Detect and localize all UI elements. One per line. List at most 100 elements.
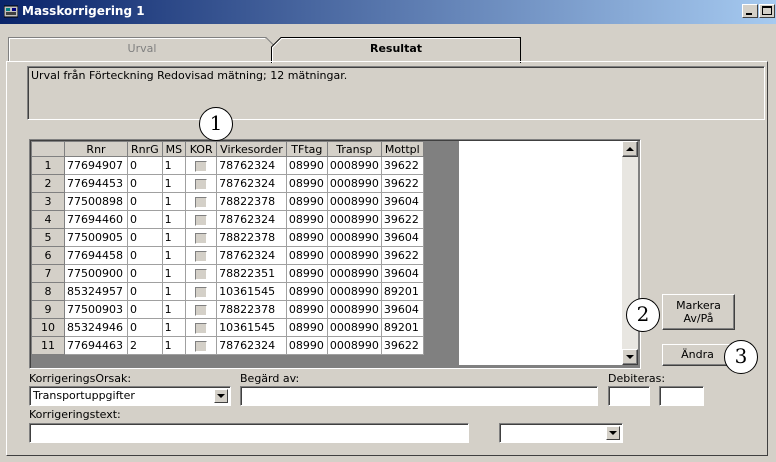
col-header-ms[interactable]: MS	[161, 141, 187, 157]
cell-virkesorder[interactable]: 78822351	[216, 264, 287, 283]
cell-rnrg[interactable]: 0	[127, 282, 163, 301]
cell-rnrg[interactable]: 0	[127, 246, 163, 265]
cell-rnrg[interactable]: 2	[127, 336, 163, 355]
cell-ms[interactable]: 1	[161, 246, 187, 265]
cell-kor[interactable]	[185, 228, 218, 247]
table-row[interactable]: 6 77694458 0 1 78762324 08990 0008990 39622	[31, 246, 424, 265]
korrigeringstext-input[interactable]	[29, 423, 469, 443]
cell-virkesorder[interactable]: 78762324	[216, 174, 287, 193]
cell-ms[interactable]: 1	[161, 210, 187, 229]
cell-virkesorder[interactable]: 10361545	[216, 318, 287, 337]
cell-transp[interactable]: 0008990	[326, 174, 382, 193]
cell-kor[interactable]	[185, 246, 218, 265]
cell-kor[interactable]	[185, 282, 218, 301]
cell-mottpl[interactable]: 39622	[380, 156, 424, 175]
kor-checkbox[interactable]	[195, 322, 208, 334]
table-row[interactable]: 3 77500898 0 1 78822378 08990 0008990 39604	[31, 192, 424, 211]
cell-tftag[interactable]: 08990	[285, 246, 328, 265]
table-row[interactable]: 2 77694453 0 1 78762324 08990 0008990 39622	[31, 174, 424, 193]
secondary-select[interactable]	[499, 423, 623, 443]
cell-tftag[interactable]: 08990	[285, 318, 328, 337]
kor-checkbox[interactable]	[195, 268, 208, 280]
kor-checkbox[interactable]	[195, 160, 208, 172]
cell-ms[interactable]: 1	[161, 318, 187, 337]
col-header-rnr[interactable]: Rnr	[64, 141, 128, 157]
table-row[interactable]: 1 77694907 0 1 78762324 08990 0008990 39622	[31, 156, 424, 175]
cell-ms[interactable]: 1	[161, 156, 187, 175]
col-header-virkesorder[interactable]: Virkesorder	[216, 141, 287, 157]
cell-kor[interactable]	[185, 210, 218, 229]
cell-kor[interactable]	[185, 192, 218, 211]
cell-kor[interactable]	[185, 264, 218, 283]
cell-virkesorder[interactable]: 78762324	[216, 210, 287, 229]
cell-rnrg[interactable]: 0	[127, 192, 163, 211]
cell-rnrg[interactable]: 0	[127, 210, 163, 229]
cell-rnrg[interactable]: 0	[127, 318, 163, 337]
cell-rowno[interactable]: 6	[31, 246, 65, 265]
cell-transp[interactable]: 0008990	[326, 156, 382, 175]
table-row[interactable]: 9 77500903 0 1 78822378 08990 0008990 39604	[31, 300, 424, 319]
col-header-mottpl[interactable]: Mottpl	[380, 141, 424, 157]
cell-rnrg[interactable]: 0	[127, 264, 163, 283]
cell-mottpl[interactable]: 39622	[380, 210, 424, 229]
kor-checkbox[interactable]	[195, 178, 208, 190]
cell-rnrg[interactable]: 0	[127, 156, 163, 175]
cell-rnr[interactable]: 77694907	[64, 156, 128, 175]
cell-mottpl[interactable]: 89201	[380, 282, 424, 301]
cell-mottpl[interactable]: 89201	[380, 318, 424, 337]
cell-rnrg[interactable]: 0	[127, 174, 163, 193]
cell-rowno[interactable]: 1	[31, 156, 65, 175]
table-row[interactable]: 5 77500905 0 1 78822378 08990 0008990 39604	[31, 228, 424, 247]
cell-ms[interactable]: 1	[161, 192, 187, 211]
tab-urval[interactable]: Urval	[8, 37, 276, 61]
cell-rowno[interactable]: 4	[31, 210, 65, 229]
cell-rowno[interactable]: 3	[31, 192, 65, 211]
scroll-down-button[interactable]	[622, 349, 638, 365]
debiteras-input-2[interactable]	[659, 386, 704, 406]
cell-rnr[interactable]: 85324946	[64, 318, 128, 337]
cell-rowno[interactable]: 8	[31, 282, 65, 301]
cell-transp[interactable]: 0008990	[326, 228, 382, 247]
andra-button[interactable]: Ändra	[662, 344, 733, 366]
cell-tftag[interactable]: 08990	[285, 264, 328, 283]
cell-rnr[interactable]: 77694453	[64, 174, 128, 193]
cell-rnrg[interactable]: 0	[127, 228, 163, 247]
cell-tftag[interactable]: 08990	[285, 300, 328, 319]
cell-transp[interactable]: 0008990	[326, 264, 382, 283]
cell-rowno[interactable]: 2	[31, 174, 65, 193]
cell-mottpl[interactable]: 39622	[380, 246, 424, 265]
cell-kor[interactable]	[185, 300, 218, 319]
scroll-up-button[interactable]	[622, 141, 638, 157]
cell-virkesorder[interactable]: 78822378	[216, 300, 287, 319]
kor-checkbox[interactable]	[195, 286, 208, 298]
cell-ms[interactable]: 1	[161, 264, 187, 283]
table-row[interactable]: 7 77500900 0 1 78822351 08990 0008990 39604	[31, 264, 424, 283]
cell-rnrg[interactable]: 0	[127, 300, 163, 319]
cell-ms[interactable]: 1	[161, 336, 187, 355]
cell-transp[interactable]: 0008990	[326, 246, 382, 265]
table-row[interactable]: 11 77694463 2 1 78762324 08990 0008990 39622	[31, 336, 424, 355]
cell-tftag[interactable]: 08990	[285, 156, 328, 175]
cell-transp[interactable]: 0008990	[326, 192, 382, 211]
markera-av-pa-button[interactable]: Markera Av/På	[662, 294, 735, 330]
cell-mottpl[interactable]: 39604	[380, 264, 424, 283]
debiteras-input-1[interactable]	[608, 386, 650, 406]
col-header-transp[interactable]: Transp	[326, 141, 382, 157]
vertical-scrollbar[interactable]	[622, 141, 638, 365]
cell-virkesorder[interactable]: 78822378	[216, 192, 287, 211]
korrigeringsorsak-dropdown-button[interactable]	[214, 389, 228, 403]
cell-kor[interactable]	[185, 318, 218, 337]
tab-resultat[interactable]: Resultat	[271, 37, 521, 63]
cell-rnr[interactable]: 85324957	[64, 282, 128, 301]
cell-ms[interactable]: 1	[161, 300, 187, 319]
begard-av-input[interactable]	[240, 386, 598, 406]
kor-checkbox[interactable]	[195, 250, 208, 262]
cell-rnr[interactable]: 77500898	[64, 192, 128, 211]
cell-tftag[interactable]: 08990	[285, 174, 328, 193]
cell-ms[interactable]: 1	[161, 174, 187, 193]
kor-checkbox[interactable]	[195, 340, 208, 352]
col-header-tftag[interactable]: TFtag	[285, 141, 328, 157]
cell-kor[interactable]	[185, 174, 218, 193]
cell-ms[interactable]: 1	[161, 228, 187, 247]
cell-kor[interactable]	[185, 156, 218, 175]
